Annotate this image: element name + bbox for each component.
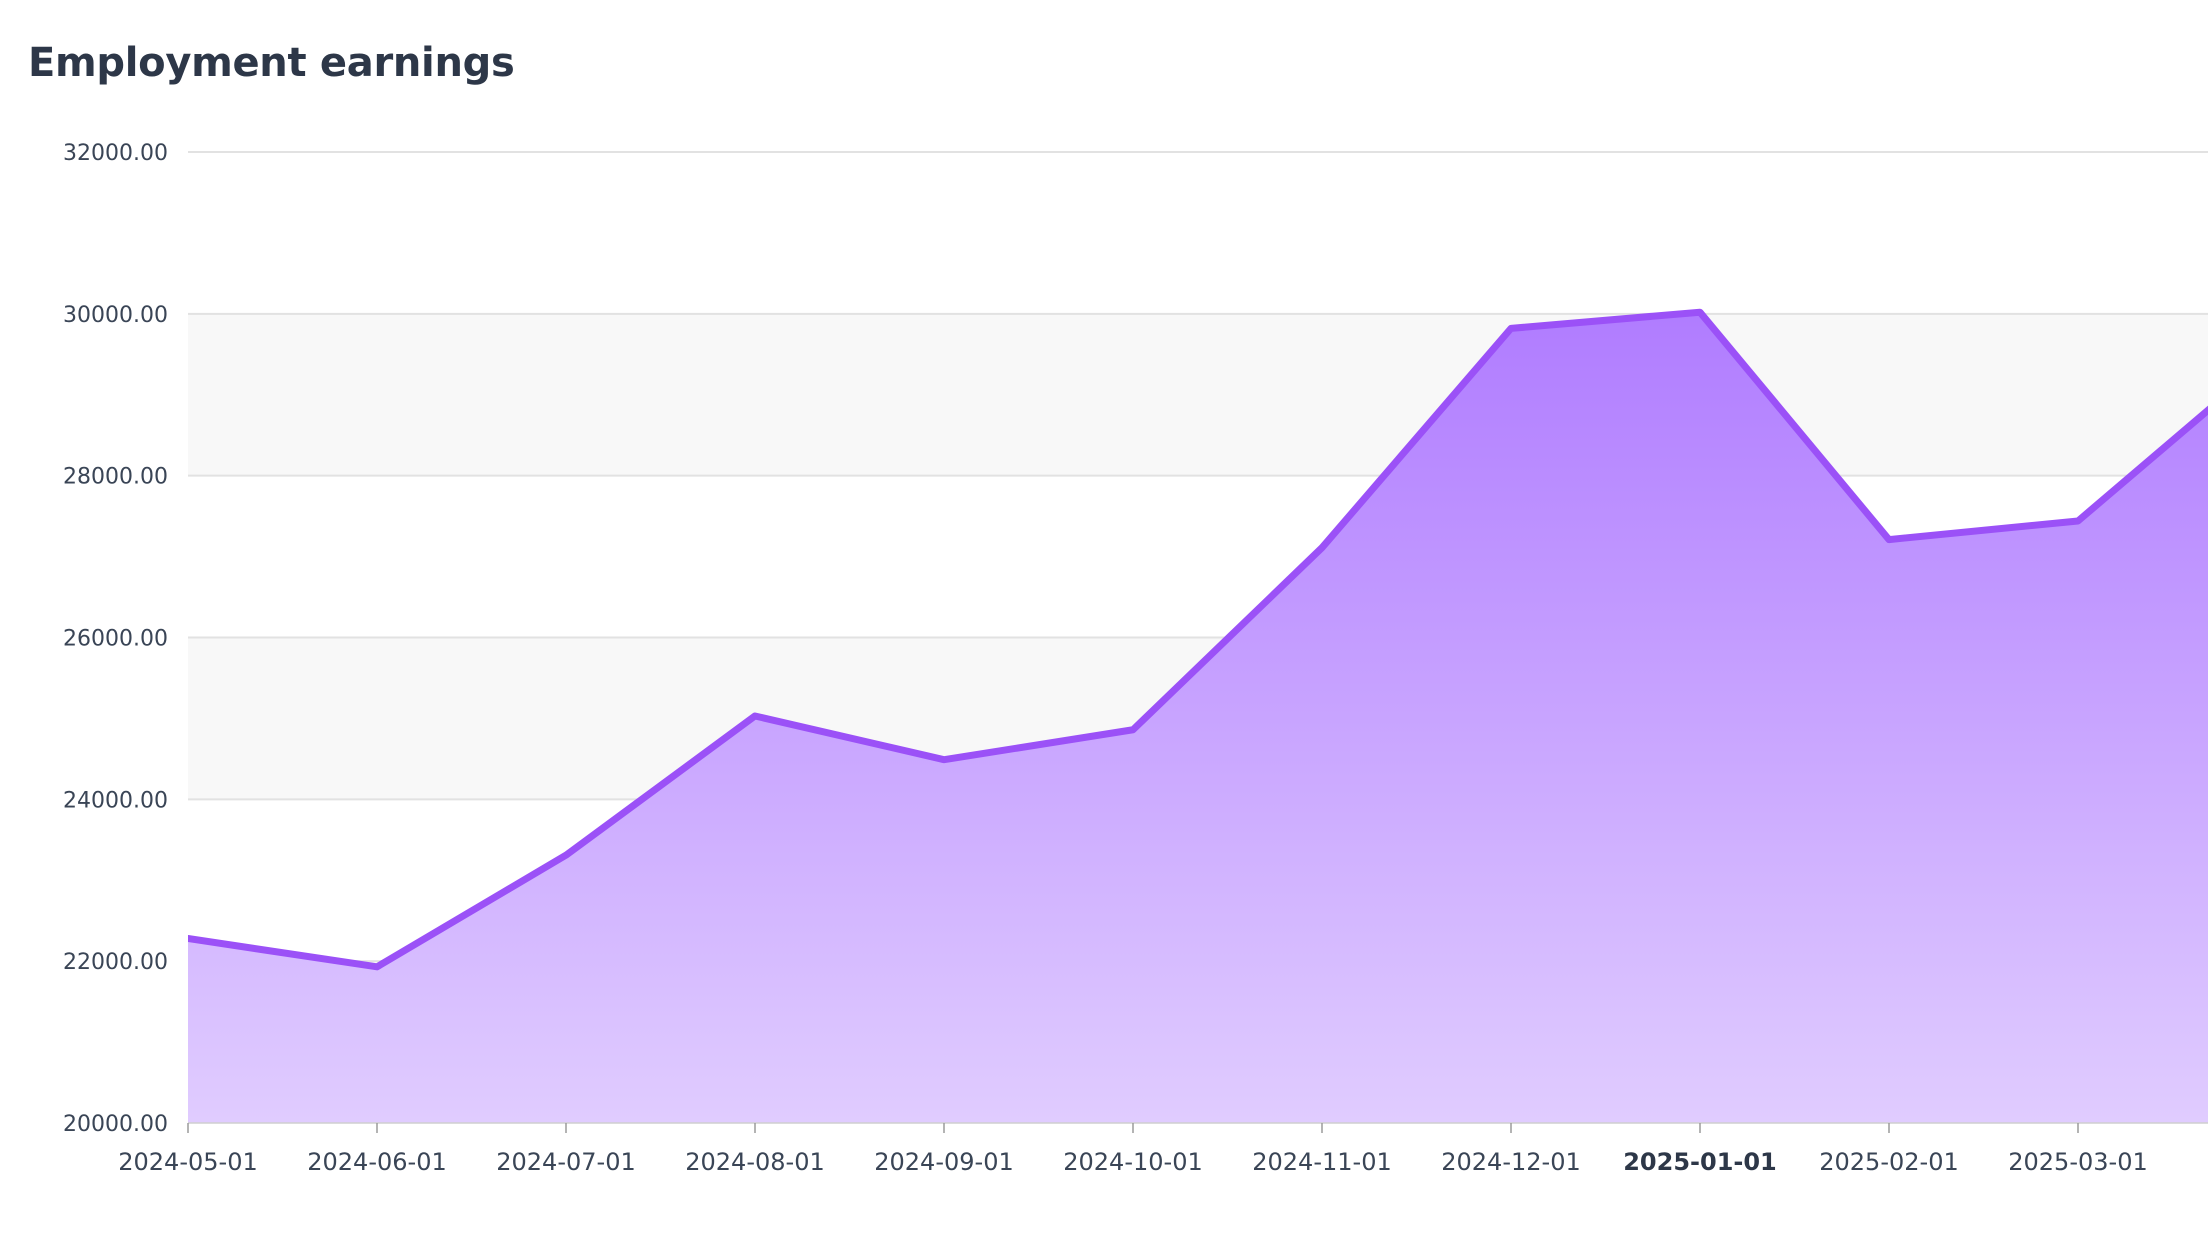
x-tick-label: 2024-07-01 [496,1148,635,1176]
x-tick-label: 2025-03-01 [2008,1148,2147,1176]
x-tick-label: 2024-10-01 [1063,1148,1202,1176]
x-tick-label: 2024-12-01 [1441,1148,1580,1176]
x-axis-ticks [187,1123,2079,1133]
x-tick-label: 2025-02-01 [1819,1148,1958,1176]
y-tick-label: 26000.00 [63,627,168,652]
y-tick-label: 28000.00 [63,465,168,490]
y-tick-label: 32000.00 [63,141,168,166]
y-axis-labels: 20000.00 22000.00 24000.00 26000.00 28000.00… [63,141,168,1137]
band-4 [188,313,2208,476]
y-tick-label: 20000.00 [63,1112,168,1137]
y-tick-label: 22000.00 [63,950,168,975]
y-tick-label: 24000.00 [63,788,168,813]
x-tick-label: 2024-06-01 [307,1148,446,1176]
x-tick-label: 2024-09-01 [874,1148,1013,1176]
x-axis-labels: 2024-05-01 2024-06-01 2024-07-01 2024-08-01… [118,1148,2147,1176]
x-tick-label: 2025-01-01 [1623,1148,1777,1176]
y-tick-label: 30000.00 [63,303,168,328]
x-tick-label: 2024-08-01 [685,1148,824,1176]
x-tick-label: 2024-05-01 [118,1148,257,1176]
employment-earnings-chart: 20000.00 22000.00 24000.00 26000.00 28000.00… [63,141,2208,1176]
x-tick-label: 2024-11-01 [1252,1148,1391,1176]
